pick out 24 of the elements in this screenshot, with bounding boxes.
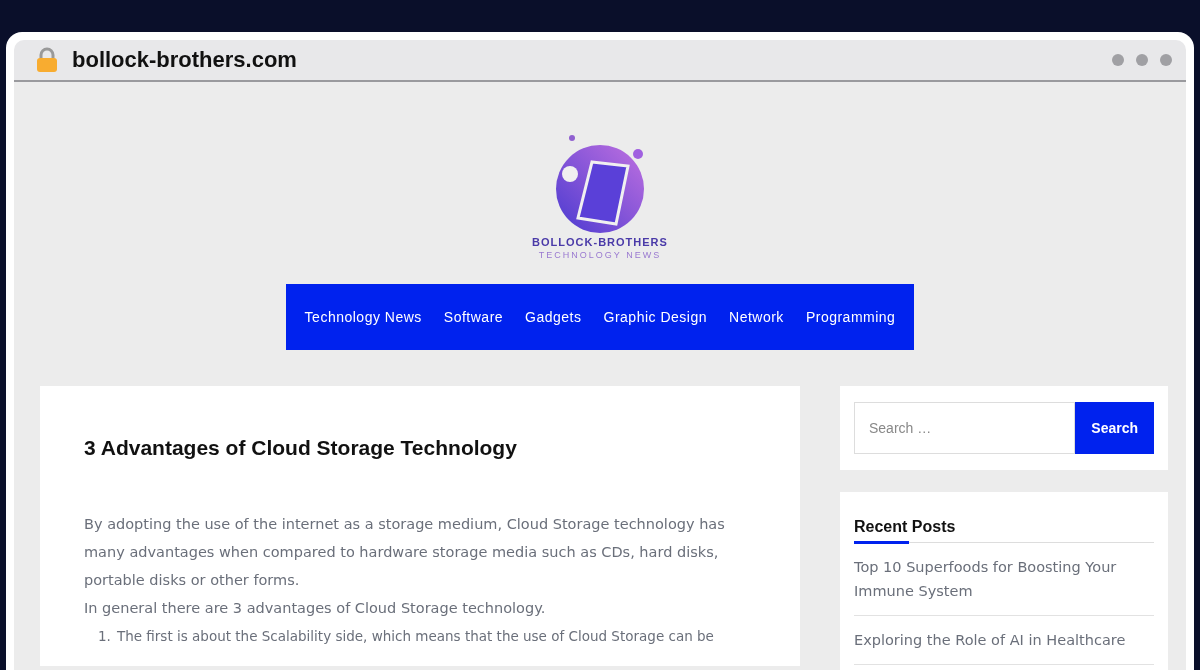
nav-link[interactable]: Programming bbox=[796, 301, 905, 333]
post-link[interactable]: Top 10 Superfoods for Boosting Your Immune System bbox=[854, 543, 1154, 616]
window-dot[interactable] bbox=[1112, 54, 1124, 66]
logo-tagline: TECHNOLOGY NEWS bbox=[538, 250, 662, 260]
title-underline bbox=[854, 541, 909, 544]
post-link[interactable]: Exploring the Role of AI in Healthcare bbox=[854, 616, 1154, 665]
nav-link[interactable]: Software bbox=[434, 301, 513, 333]
nav-link[interactable]: Technology News bbox=[295, 301, 431, 333]
article-title: 3 Advantages of Cloud Storage Technology bbox=[84, 436, 518, 460]
nav-link[interactable]: Network bbox=[720, 301, 793, 333]
nav-link[interactable]: Gadgets bbox=[516, 301, 591, 333]
lock-icon bbox=[36, 47, 58, 73]
search-button[interactable]: Search bbox=[1075, 402, 1154, 454]
widget-title: Recent Posts bbox=[854, 518, 1154, 543]
url-text[interactable]: bollock-brothers.com bbox=[72, 47, 297, 73]
search-field[interactable]: Search … bbox=[854, 402, 1076, 454]
list-item-text: The first is about the Scalability side, which means that the use of Cloud Storage can be bbox=[116, 627, 714, 646]
article-paragraph: By adopting the use of the internet as a storage medium, Cloud Storage technology has many advantages when compared to hardware storage media such as CDs, hard disks, portable disks or other forms. bbox=[84, 515, 726, 590]
nav-link[interactable]: Graphic Design bbox=[594, 301, 716, 333]
article-paragraph: In general there are 3 advantages of Cloud Storage technology. bbox=[84, 599, 547, 618]
window-dot[interactable] bbox=[1136, 54, 1148, 66]
window-dot[interactable] bbox=[1160, 54, 1172, 66]
list-number: 1. bbox=[98, 627, 111, 646]
logo-name: BOLLOCK-BROTHERS bbox=[532, 236, 668, 248]
